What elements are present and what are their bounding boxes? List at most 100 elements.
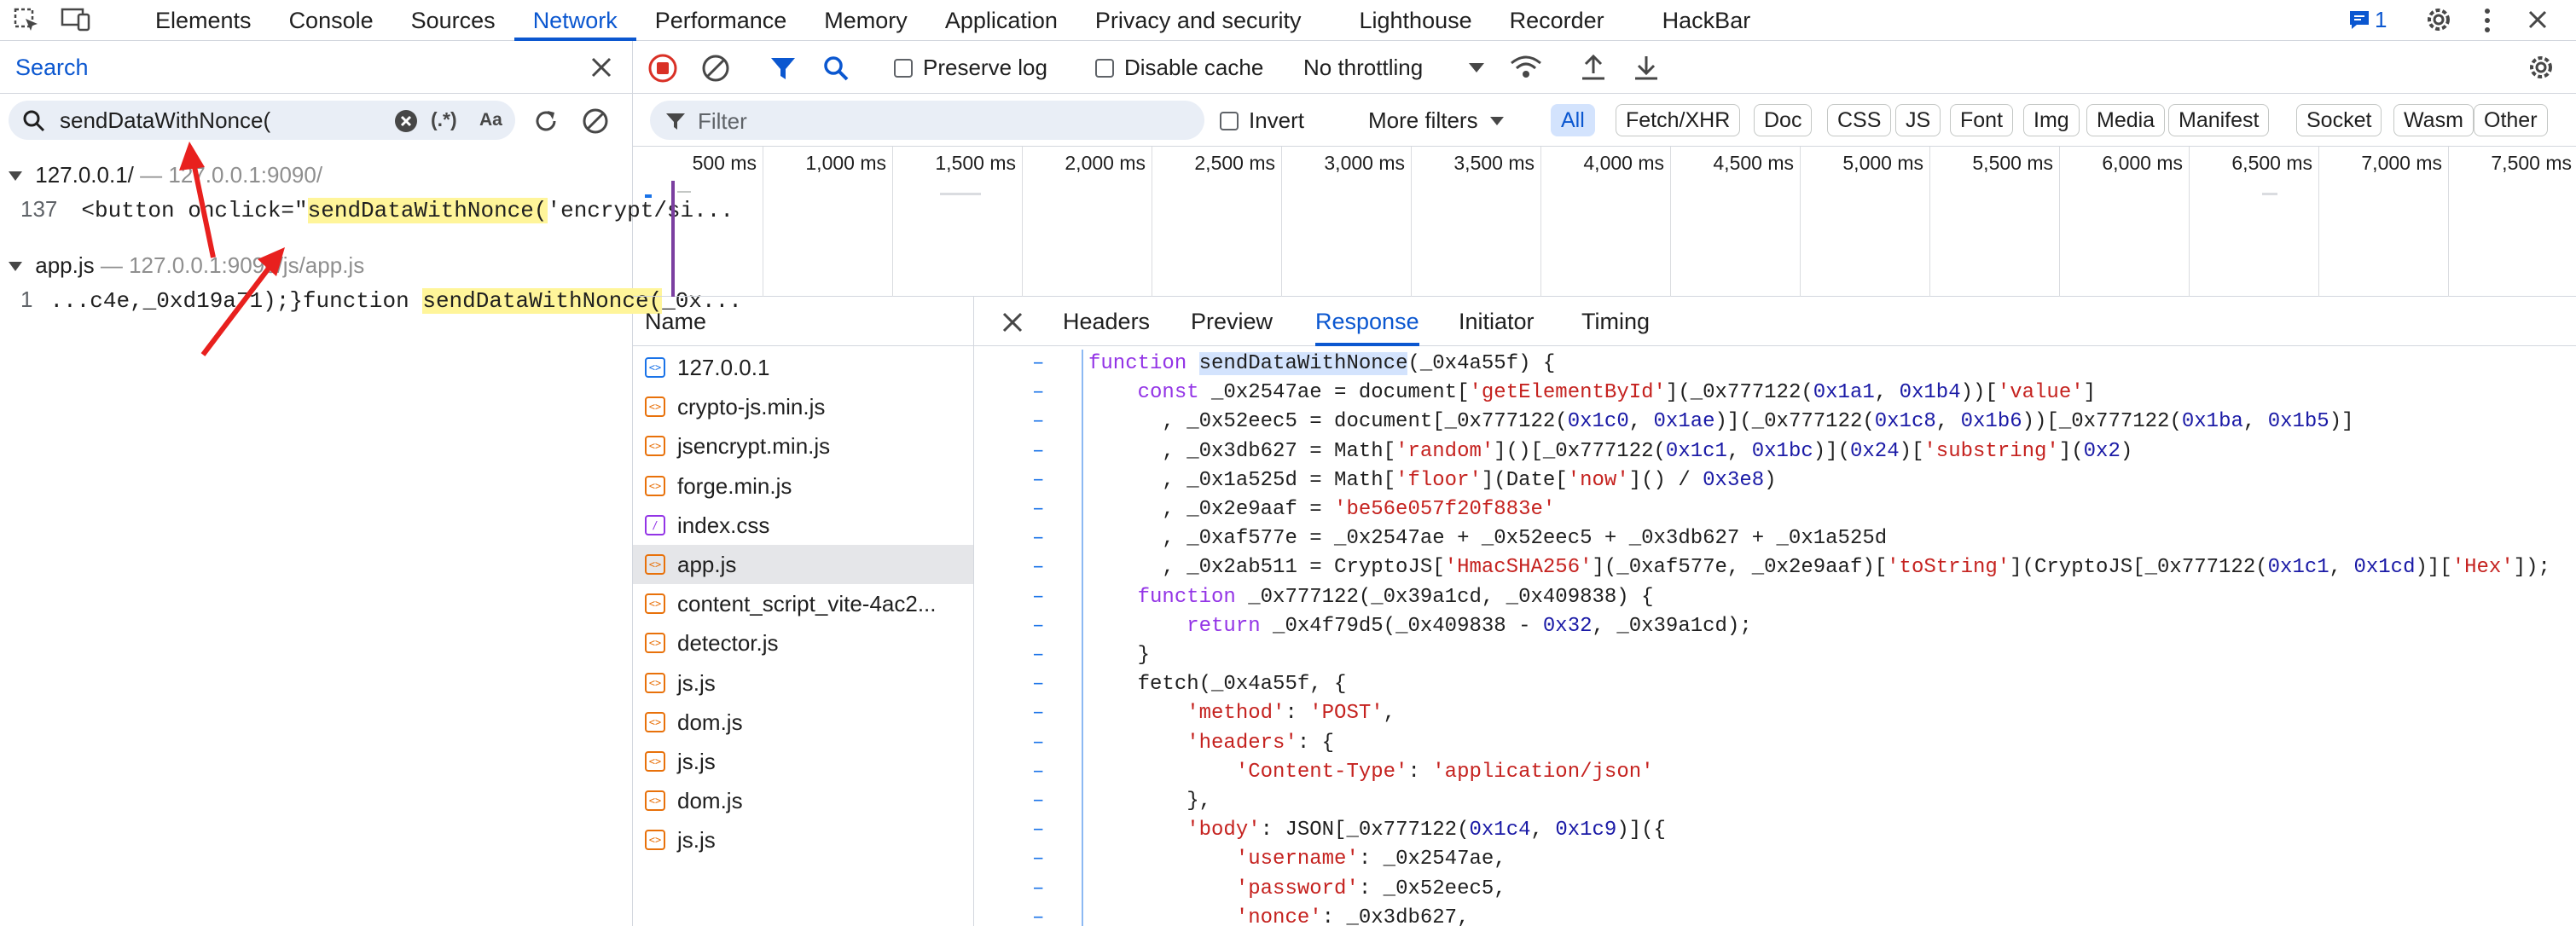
preserve-log-checkbox[interactable]: Preserve log: [894, 55, 1047, 81]
code-text: 'headers': {: [1186, 731, 1335, 755]
filter-pill-css[interactable]: CSS: [1827, 104, 1892, 136]
search-network-icon[interactable]: [822, 55, 850, 86]
tab-memory[interactable]: Memory: [805, 0, 926, 41]
timeline-tick-label: 2,500 ms: [1194, 152, 1275, 174]
request-row[interactable]: <> js.js: [633, 663, 973, 703]
tab-network[interactable]: Network: [513, 0, 636, 41]
line-marker: –: [1032, 644, 1045, 667]
network-conditions-icon[interactable]: [1510, 53, 1542, 86]
filter-icon[interactable]: [769, 55, 797, 86]
code-text: 'method': 'POST',: [1186, 702, 1396, 726]
upload-icon[interactable]: [1580, 53, 1607, 86]
line-marker: –: [1032, 906, 1045, 926]
inspect-icon[interactable]: [12, 7, 41, 32]
timeline-tick-label: 3,500 ms: [1453, 152, 1535, 174]
filter-pill-socket[interactable]: Socket: [2296, 104, 2382, 136]
filter-pill-img[interactable]: Img: [2023, 104, 2080, 136]
detail-tab-preview[interactable]: Preview: [1191, 297, 1273, 346]
request-row[interactable]: <> content_script_vite-4ac2...: [633, 584, 973, 623]
clear-search-icon[interactable]: [394, 109, 418, 137]
request-row[interactable]: <> dom.js: [633, 781, 973, 820]
download-icon[interactable]: [1633, 53, 1660, 86]
filter-pill-js[interactable]: JS: [1895, 104, 1941, 136]
search-panel-title[interactable]: Search: [15, 55, 89, 81]
result-line-number: 137: [20, 196, 58, 222]
detail-tab-response[interactable]: Response: [1315, 297, 1419, 346]
search-input[interactable]: sendDataWithNonce( (.*) Aa: [9, 101, 515, 140]
regex-toggle[interactable]: (.*): [431, 108, 457, 131]
issues-count[interactable]: 1: [2375, 7, 2387, 33]
request-row[interactable]: <> 127.0.0.1: [633, 348, 973, 387]
result-file-name: 127.0.0.1/: [35, 162, 134, 188]
request-row[interactable]: / index.css: [633, 506, 973, 545]
tab-sources[interactable]: Sources: [392, 0, 514, 41]
more-icon[interactable]: [2482, 7, 2492, 38]
file-icon: <>: [645, 554, 665, 575]
record-icon[interactable]: [648, 54, 677, 87]
filter-pill-manifest[interactable]: Manifest: [2168, 104, 2270, 136]
tab-application[interactable]: Application: [926, 0, 1076, 41]
filter-pill-other[interactable]: Other: [2474, 104, 2548, 136]
request-row[interactable]: <> forge.min.js: [633, 466, 973, 506]
filter-pill-doc[interactable]: Doc: [1754, 104, 1813, 136]
line-marker: –: [1032, 760, 1045, 784]
file-icon: <>: [645, 830, 665, 851]
request-row[interactable]: <> dom.js: [633, 703, 973, 742]
tab-recorder[interactable]: Recorder: [1491, 0, 1623, 41]
detail-tab-timing[interactable]: Timing: [1581, 297, 1650, 346]
network-overview-timeline[interactable]: 500 ms 1,000 ms 1,500 ms 2,000 ms 2,500 ms 3,…: [633, 147, 2576, 297]
timeline-tick: 5,000 ms: [1842, 147, 1930, 297]
checkbox-icon: [894, 59, 913, 78]
issues-icon[interactable]: [2348, 9, 2370, 35]
detail-tab-initiator[interactable]: Initiator: [1459, 297, 1535, 346]
disable-cache-checkbox[interactable]: Disable cache: [1095, 55, 1263, 81]
settings-icon[interactable]: [2424, 5, 2453, 38]
tab-hackbar[interactable]: HackBar: [1644, 0, 1770, 41]
tab-performance[interactable]: Performance: [636, 0, 806, 41]
filter-pill-media[interactable]: Media: [2086, 104, 2166, 136]
tab-lighthouse[interactable]: Lighthouse: [1341, 0, 1491, 41]
search-result-file[interactable]: 127.0.0.1/ — 127.0.0.1:9090/: [9, 162, 322, 188]
request-row[interactable]: <> app.js: [633, 545, 973, 584]
checkbox-icon: [1220, 112, 1239, 130]
code-text: 'Content-Type': 'application/json': [1235, 760, 1654, 784]
tab-privacy-and-security[interactable]: Privacy and security: [1076, 0, 1320, 41]
expand-arrow-icon: [9, 171, 22, 181]
line-marker: –: [1032, 381, 1045, 405]
tab-elements[interactable]: Elements: [136, 0, 270, 41]
request-name: crypto-js.min.js: [677, 394, 826, 420]
timeline-tick: 3,500 ms: [1453, 147, 1541, 297]
close-icon[interactable]: [590, 56, 612, 83]
close-devtools-icon[interactable]: [2527, 9, 2549, 35]
request-row[interactable]: <> js.js: [633, 820, 973, 859]
search-result-file[interactable]: app.js — 127.0.0.1:9090/js/app.js: [9, 252, 364, 279]
match-case-toggle[interactable]: Aa: [479, 110, 502, 130]
filter-input[interactable]: Filter: [650, 101, 1204, 140]
filter-pill-all[interactable]: All: [1551, 104, 1595, 136]
filter-pill-wasm[interactable]: Wasm: [2393, 104, 2474, 136]
request-row[interactable]: <> js.js: [633, 742, 973, 781]
network-settings-icon[interactable]: [2527, 53, 2556, 86]
refresh-icon[interactable]: [532, 107, 560, 139]
name-column-header[interactable]: Name: [633, 297, 973, 346]
timeline-tick: 4,000 ms: [1583, 147, 1671, 297]
close-detail-icon[interactable]: [1001, 311, 1024, 338]
device-toggle-icon[interactable]: [60, 7, 90, 32]
filter-pill-fetch-xhr[interactable]: Fetch/XHR: [1616, 104, 1741, 136]
request-row[interactable]: <> crypto-js.min.js: [633, 387, 973, 426]
request-row[interactable]: <> jsencrypt.min.js: [633, 426, 973, 466]
clear-log-icon[interactable]: [701, 54, 730, 87]
clear-icon[interactable]: [582, 107, 609, 139]
more-filters-dropdown[interactable]: More filters: [1368, 107, 1504, 134]
detail-tab-headers[interactable]: Headers: [1063, 297, 1150, 346]
request-row[interactable]: <> detector.js: [633, 623, 973, 663]
request-name: js.js: [677, 827, 716, 854]
search-query[interactable]: sendDataWithNonce(: [60, 107, 270, 134]
invert-checkbox[interactable]: Invert: [1220, 107, 1304, 134]
filter-pill-font[interactable]: Font: [1950, 104, 2014, 136]
throttling-select[interactable]: No throttling: [1303, 55, 1485, 81]
tab-console[interactable]: Console: [270, 0, 392, 41]
search-result-line[interactable]: 137 <button onclick="sendDataWithNonce('e…: [20, 196, 734, 223]
timeline-tick-label: 1,000 ms: [805, 152, 886, 174]
timeline-bar: [677, 191, 691, 193]
